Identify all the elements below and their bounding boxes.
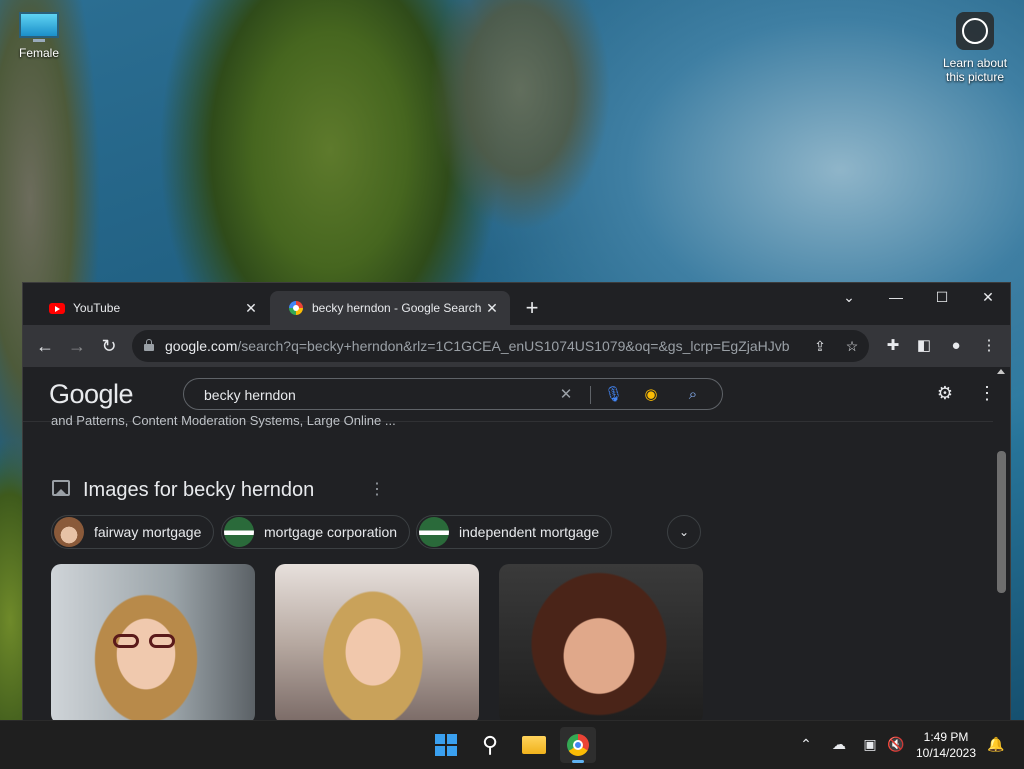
chrome-icon <box>567 734 589 756</box>
desktop-icon-label: Learn about this picture <box>942 56 1008 84</box>
url-host: google.com <box>165 338 238 354</box>
youtube-icon <box>49 300 65 316</box>
google-results-page: Google ✕ 🎙 ◉ ⌕ ⚙ ⋮ and Patterns, Content… <box>23 367 993 720</box>
maximize-button[interactable]: ☐ <box>919 287 965 307</box>
windows-logo-icon <box>435 734 457 756</box>
chip-thumbnail <box>419 517 449 547</box>
google-search-box[interactable]: ✕ 🎙 ◉ ⌕ <box>183 378 723 410</box>
close-window-button[interactable]: ✕ <box>965 287 1010 307</box>
chrome-menu-icon[interactable]: ⋮ <box>977 334 1001 358</box>
tab-label: becky herndon - Google Search <box>312 301 482 315</box>
profile-avatar-icon[interactable]: ● <box>944 334 968 358</box>
clock-time: 1:49 PM <box>923 730 969 744</box>
desktop-icon-label: Female <box>18 46 59 60</box>
chip-independent-mortgage[interactable]: independent mortgage <box>416 515 613 549</box>
chip-thumbnail <box>224 517 254 547</box>
clear-search-icon[interactable]: ✕ <box>557 386 575 404</box>
page-scrollbar[interactable] <box>993 367 1010 720</box>
onedrive-cloud-icon[interactable]: ☁ <box>830 735 848 753</box>
search-icon: ⚲ <box>481 732 499 757</box>
image-result[interactable] <box>499 564 703 720</box>
microphone-icon[interactable]: 🎙 <box>604 386 623 404</box>
result-snippet: and Patterns, Content Moderation Systems… <box>51 413 396 428</box>
chevron-up-icon[interactable]: ⌃ <box>797 735 815 753</box>
desktop-icon-female[interactable]: Female <box>14 12 64 60</box>
desktop-icon-learn-about-picture[interactable]: Learn about this picture <box>936 12 1014 84</box>
chip-label: fairway mortgage <box>94 524 202 540</box>
google-icon <box>288 300 304 316</box>
volume-muted-icon[interactable]: 🔇 <box>887 735 905 753</box>
glasses-icon <box>149 634 175 648</box>
tab-google-search[interactable]: becky herndon - Google Search ✕ <box>270 291 510 325</box>
google-logo[interactable]: Google <box>49 379 134 410</box>
learn-about-picture-icon <box>956 12 994 50</box>
file-explorer-button[interactable] <box>516 727 552 763</box>
chrome-window: YouTube ✕ becky herndon - Google Search … <box>23 283 1010 720</box>
close-tab-icon[interactable]: ✕ <box>484 300 500 316</box>
image-result[interactable] <box>51 564 255 720</box>
google-apps-icon[interactable]: ⋮ <box>975 381 993 405</box>
side-panel-icon[interactable]: ◧ <box>912 334 936 358</box>
chip-label: independent mortgage <box>459 524 600 540</box>
new-tab-button[interactable]: + <box>520 297 544 321</box>
minimize-button[interactable]: — <box>873 287 919 307</box>
taskbar: ⚲ ⌃ ☁ ▣ 🔇 1:49 PM 10/14/2023 🔔 <box>0 720 1024 769</box>
system-clock[interactable]: 1:49 PM 10/14/2023 <box>910 729 982 761</box>
chip-mortgage-corporation[interactable]: mortgage corporation <box>221 515 411 549</box>
chip-thumbnail <box>54 517 84 547</box>
share-icon[interactable]: ⇪ <box>812 338 828 354</box>
images-section-title[interactable]: Images for becky herndon <box>83 479 314 502</box>
reload-button[interactable]: ↻ <box>97 334 121 358</box>
search-button[interactable]: ⚲ <box>472 727 508 763</box>
image-icon <box>52 480 70 496</box>
start-button[interactable] <box>428 727 464 763</box>
network-icon[interactable]: ▣ <box>861 735 879 753</box>
bookmark-star-icon[interactable]: ☆ <box>844 338 860 354</box>
clock-date: 10/14/2023 <box>915 746 977 760</box>
url-path: /search?q=becky+herndon&rlz=1C1GCEA_enUS… <box>237 338 790 354</box>
tab-search-chevron-icon[interactable]: ⌄ <box>826 287 872 307</box>
browser-toolbar: ← → ↻ google.com/search?q=becky+herndon&… <box>23 325 1010 367</box>
close-tab-icon[interactable]: ✕ <box>243 300 259 316</box>
chip-fairway-mortgage[interactable]: fairway mortgage <box>51 515 215 549</box>
scroll-up-icon[interactable] <box>997 369 1005 374</box>
address-bar[interactable]: google.com/search?q=becky+herndon&rlz=1C… <box>132 330 869 362</box>
more-options-icon[interactable]: ⋮ <box>369 479 385 499</box>
tab-label: YouTube <box>73 301 121 315</box>
monitor-icon <box>19 12 59 42</box>
settings-gear-icon[interactable]: ⚙ <box>933 381 957 405</box>
tab-youtube[interactable]: YouTube ✕ <box>31 291 269 325</box>
glasses-icon <box>113 634 139 648</box>
google-lens-icon[interactable]: ◉ <box>642 386 660 404</box>
image-result[interactable] <box>275 564 479 720</box>
lock-icon[interactable] <box>144 339 154 351</box>
search-divider <box>590 386 591 404</box>
notification-bell-icon[interactable]: 🔔 <box>987 735 1005 753</box>
forward-button[interactable]: → <box>65 334 89 358</box>
search-icon[interactable]: ⌕ <box>684 386 702 404</box>
tab-strip: YouTube ✕ becky herndon - Google Search … <box>23 283 1010 325</box>
folder-icon <box>522 736 546 754</box>
search-input[interactable] <box>204 385 534 405</box>
back-button[interactable]: ← <box>33 334 57 358</box>
chip-label: mortgage corporation <box>264 524 398 540</box>
chrome-taskbar-button[interactable] <box>560 727 596 763</box>
chevron-down-icon[interactable]: ⌄ <box>667 515 701 549</box>
extensions-puzzle-icon[interactable]: ✚ <box>881 334 905 358</box>
scrollbar-thumb[interactable] <box>997 451 1006 593</box>
